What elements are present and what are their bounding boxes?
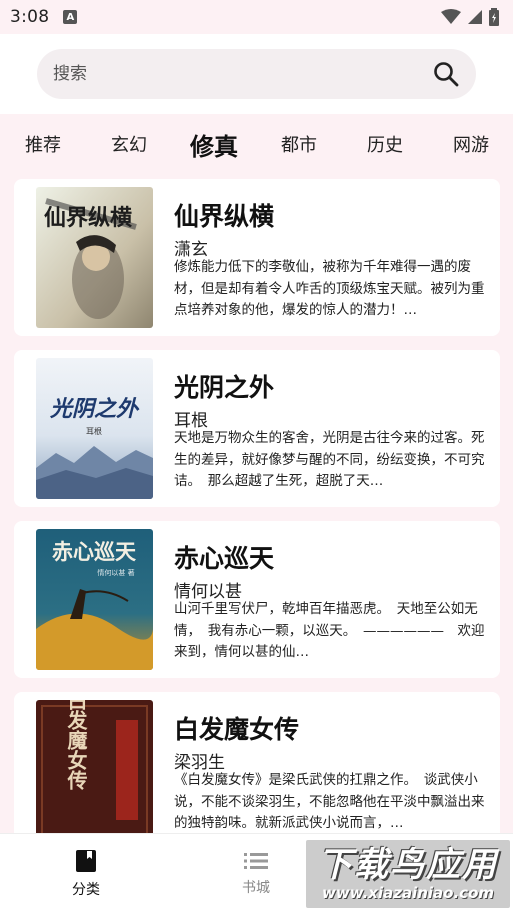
- status-time: 3:08: [10, 7, 50, 27]
- book-title: 赤心巡天: [174, 544, 275, 573]
- cover-title: 光阴之外: [49, 396, 140, 422]
- watermark-logo: 下载鸟应用 www.xiazainiao.com: [306, 840, 510, 908]
- book-title: 白发魔女传: [174, 715, 300, 744]
- book-description: 天地是万物众生的客舍，光阴是古往今来的过客。死生的差异，就好像梦与醒的不同，纷纭…: [174, 430, 485, 489]
- tab-urban[interactable]: 都市: [274, 114, 324, 174]
- status-bar: 3:08 A: [0, 0, 513, 34]
- book-card[interactable]: 白发魔女传 白发魔女传 梁羽生 《白发魔女传》是梁氏武侠的扛鼎之作。 谈武侠小说…: [14, 692, 500, 849]
- book-description: 《白发魔女传》是梁氏武侠的扛鼎之作。 谈武侠小说，不能不谈梁羽生，不能忽略他在平…: [174, 772, 485, 831]
- cover-author: 情何以甚 著: [97, 568, 134, 577]
- book-cover: 仙界纵横: [36, 187, 153, 328]
- search-area: [0, 34, 513, 114]
- tab-recommend[interactable]: 推荐: [18, 114, 68, 174]
- book-cover: 白发魔女传: [36, 700, 153, 841]
- search-icon[interactable]: [432, 60, 460, 88]
- cover-author: 耳根: [86, 426, 102, 436]
- signal-icon: [468, 10, 482, 24]
- book-description: 山河千里写伏尸，乾坤百年描恶虎。 天地至公如无情， 我有赤心一颗，以巡天。 ——…: [174, 601, 485, 660]
- category-tabs: 推荐 玄幻 修真 都市 历史 网游: [0, 114, 513, 174]
- cover-title: 白发魔女传: [64, 700, 88, 791]
- search-input[interactable]: [53, 64, 432, 84]
- watermark-url: www.xiazainiao.com: [321, 884, 495, 902]
- tab-online-game[interactable]: 网游: [446, 114, 496, 174]
- book-icon: [76, 849, 96, 872]
- book-card[interactable]: 光阴之外 耳根 光阴之外 耳根 天地是万物众生的客舍，光阴是古往今来的过客。死生…: [14, 350, 500, 507]
- tab-fantasy[interactable]: 玄幻: [104, 114, 154, 174]
- book-description: 修炼能力低下的李敬仙，被称为千年难得一遇的废材，但是却有着令人咋舌的顶级炼宝天赋…: [174, 259, 485, 318]
- wifi-icon: [441, 9, 461, 24]
- nav-bookstore-label: 书城: [242, 879, 270, 896]
- watermark-main: 下载鸟应用: [318, 845, 498, 885]
- cover-title: 仙界纵横: [44, 205, 132, 231]
- nav-bookstore[interactable]: 书城: [196, 834, 316, 912]
- tab-cultivation[interactable]: 修真: [183, 114, 245, 174]
- book-title: 光阴之外: [174, 373, 275, 402]
- book-card[interactable]: 仙界纵横 仙界纵横 潇玄 修炼能力低下的李敬仙，被称为千年难得一遇的废材，但是却…: [14, 179, 500, 336]
- book-title: 仙界纵横: [174, 202, 275, 231]
- notification-icon: A: [63, 10, 78, 24]
- book-cover: 光阴之外 耳根: [36, 358, 153, 499]
- book-card[interactable]: 赤心巡天 情何以甚 著 赤心巡天 情何以甚 山河千里写伏尸，乾坤百年描恶虎。 天…: [14, 521, 500, 678]
- tab-history[interactable]: 历史: [360, 114, 410, 174]
- status-icons: [441, 8, 499, 26]
- nav-category-label: 分类: [72, 881, 100, 898]
- list-icon: [244, 852, 268, 869]
- battery-icon: [489, 8, 499, 26]
- nav-category[interactable]: 分类: [26, 834, 146, 912]
- cover-title: 赤心巡天: [52, 539, 137, 564]
- book-cover: 赤心巡天 情何以甚 著: [36, 529, 153, 670]
- search-bar[interactable]: [37, 49, 476, 99]
